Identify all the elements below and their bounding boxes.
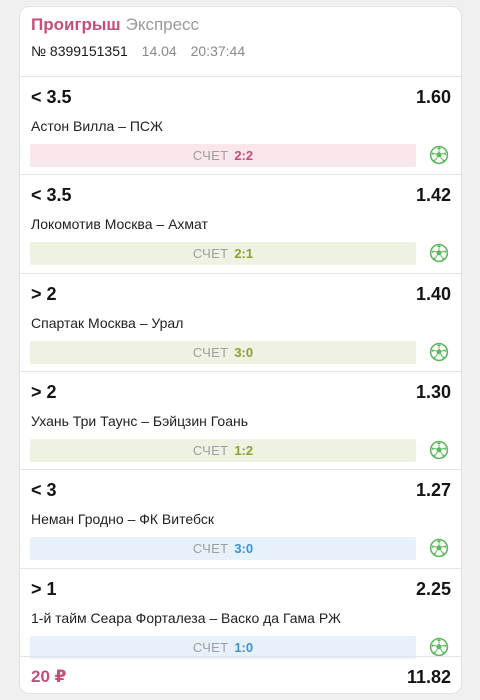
score-bar: СЧЕТ 3:0 [30,341,416,364]
bet-odd: 1.30 [415,382,451,402]
score-label: СЧЕТ [192,148,229,163]
bet-outcome: > 2 [31,284,57,304]
score-label: СЧЕТ [192,345,229,360]
bet-status: Проигрыш [31,15,121,34]
score-value: 1:0 [234,640,254,655]
bet-outcome: > 1 [31,579,57,599]
bet-date: 14.04 [141,43,177,59]
bet-odd: 1.60 [415,87,451,107]
bet-row-top: > 1 2.25 [31,579,451,603]
bet-type: Экспресс [125,15,200,34]
bet-header: Проигрыш Экспресс [31,15,199,35]
bet-outcome: < 3.5 [31,185,72,205]
score-label: СЧЕТ [192,541,229,556]
soccer-ball-icon [429,440,449,460]
bet-row-top: < 3.5 1.60 [31,87,451,111]
bet-row[interactable]: > 1 2.25 1-й тайм Сеара Форталеза – Васко … [20,568,463,666]
bet-odd: 1.27 [415,480,451,500]
score-label: СЧЕТ [192,246,229,261]
score-bar: СЧЕТ 2:1 [30,242,416,265]
score-label: СЧЕТ [192,640,229,655]
score-bar: СЧЕТ 3:0 [30,537,416,560]
soccer-ball-icon [429,243,449,263]
bet-row[interactable]: > 2 1.40 Спартак Москва – Урал СЧЕТ 3:0 [20,273,463,371]
bet-match: Астон Вилла – ПСЖ [31,118,163,134]
bet-match: Неман Гродно – ФК Витебск [31,511,214,527]
bet-row-top: > 2 1.30 [31,382,451,406]
bet-match: Локомотив Москва – Ахмат [31,216,208,232]
bet-outcome: < 3 [31,480,57,500]
bet-number: № 8399151351 [31,43,128,59]
score-label: СЧЕТ [192,443,229,458]
bet-odd: 1.40 [415,284,451,304]
score-value: 3:0 [234,345,254,360]
bet-row[interactable]: < 3 1.27 Неман Гродно – ФК Витебск СЧЕТ 3:0 [20,469,463,567]
bet-outcome: > 2 [31,382,57,402]
score-bar: СЧЕТ 2:2 [30,144,416,167]
bet-row-top: > 2 1.40 [31,284,451,308]
bet-row[interactable]: < 3.5 1.60 Астон Вилла – ПСЖ СЧЕТ 2:2 [20,76,463,174]
score-value: 3:0 [234,541,254,556]
soccer-ball-icon [429,538,449,558]
bet-time: 20:37:44 [190,43,246,59]
score-value: 1:2 [234,443,254,458]
bet-outcome: < 3.5 [31,87,72,107]
score-bar: СЧЕТ 1:2 [30,439,416,462]
bet-slip-card: Проигрыш Экспресс № 8399151351 14.04 20:3… [19,6,463,694]
bet-odd: 2.25 [415,579,451,599]
bet-row[interactable]: < 3.5 1.42 Локомотив Москва – Ахмат СЧЕТ 2:1 [20,174,463,272]
bet-row-top: < 3.5 1.42 [31,185,451,209]
bet-odd: 1.42 [415,185,451,205]
bet-footer: 20 ₽ 11.82 [20,656,463,694]
bet-meta: № 8399151351 14.04 20:37:44 [31,43,245,59]
bet-match: Ухань Три Таунс – Бэйцзин Гоань [31,413,249,429]
soccer-ball-icon [429,342,449,362]
soccer-ball-icon [429,637,449,657]
bet-match: 1-й тайм Сеара Форталеза – Васко да Гама… [31,610,341,626]
bet-match: Спартак Москва – Урал [31,315,184,331]
bet-row[interactable]: > 2 1.30 Ухань Три Таунс – Бэйцзин Гоань СЧ… [20,371,463,469]
total-odd: 11.82 [406,667,451,687]
score-value: 2:1 [234,246,254,261]
bet-row-top: < 3 1.27 [31,480,451,504]
stake-amount: 20 ₽ [31,667,67,686]
soccer-ball-icon [429,145,449,165]
score-value: 2:2 [234,148,254,163]
